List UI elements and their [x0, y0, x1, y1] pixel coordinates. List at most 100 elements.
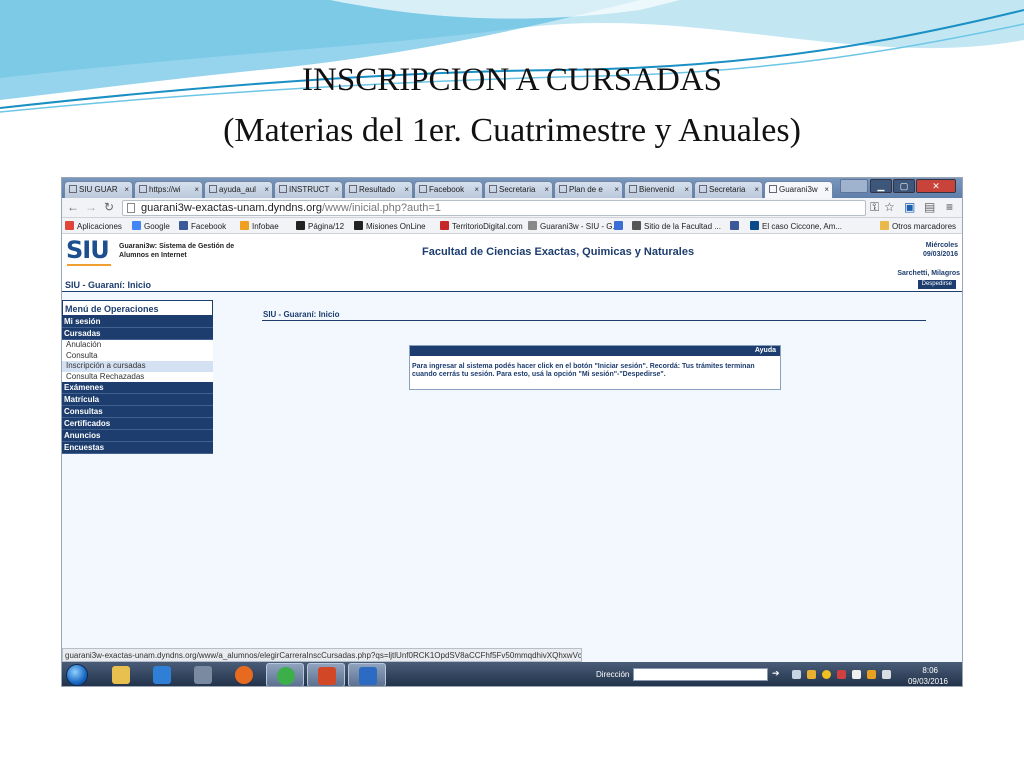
close-tab-icon[interactable]: × [124, 185, 129, 194]
browser-tab[interactable]: ayuda_aul × [204, 181, 273, 198]
menu-subitem[interactable]: Consulta Rechazadas [62, 371, 213, 382]
bookmark-label: Infobae [252, 222, 279, 231]
taskbar-app-button[interactable] [266, 663, 304, 686]
explorer-folder-icon [112, 666, 130, 684]
taskbar-app-button[interactable] [143, 663, 181, 686]
menu-category[interactable]: Certificados [62, 418, 213, 430]
bookmark-item[interactable]: TerritorioDigital.com [440, 221, 523, 231]
faculty-name: Facultad de Ciencias Exactas, Quimicas y… [422, 246, 695, 258]
address-bar[interactable]: guarani3w-exactas-unam.dyndns.org/www/in… [122, 200, 866, 216]
close-tab-icon[interactable]: × [544, 185, 549, 194]
bookmark-item[interactable]: Misiones OnLine [354, 221, 426, 231]
browser-tab[interactable]: SIU GUAR × [64, 181, 133, 198]
bookmark-item[interactable]: Aplicaciones [65, 221, 122, 231]
browser-tab[interactable]: Facebook × [414, 181, 483, 198]
menu-icon[interactable]: ≡ [946, 200, 953, 214]
minimize-button[interactable]: ▁ [870, 179, 892, 193]
page-icon [127, 203, 135, 213]
menu-category[interactable]: Anuncios [62, 430, 213, 442]
bookmark-item[interactable]: Otros marcadores [880, 221, 956, 231]
taskbar-app-button[interactable] [102, 663, 140, 686]
close-tab-icon[interactable]: × [614, 185, 619, 194]
menu-subitem[interactable]: Consulta [62, 350, 213, 361]
menu-subitem[interactable]: Anulación [62, 340, 213, 351]
taskbar-app-button[interactable] [348, 663, 386, 686]
forward-icon[interactable]: → [84, 200, 98, 214]
tray-network-icon[interactable] [792, 670, 801, 679]
tab-label: Bienvenid [639, 185, 675, 194]
close-tab-icon[interactable]: × [264, 185, 269, 194]
address-toolbar-label: Dirección [596, 670, 630, 679]
tray-update-icon[interactable] [822, 670, 831, 679]
tray-alert-icon[interactable] [837, 670, 846, 679]
url-host: guarani3w-exactas-unam.dyndns.org [141, 202, 322, 214]
content-panel: SIU - Guaraní: Inicio Ayuda Para ingresa… [225, 300, 962, 648]
browser-tab[interactable]: Secretaria × [694, 181, 763, 198]
menu-subitem[interactable]: Inscripción a cursadas [62, 361, 213, 372]
taskbar-app-button[interactable] [307, 663, 345, 686]
close-tab-icon[interactable]: × [754, 185, 759, 194]
tray-power-icon[interactable] [867, 670, 876, 679]
google-icon [132, 221, 141, 230]
go-arrow-icon[interactable]: ➔ [772, 668, 784, 681]
folder-icon [880, 221, 889, 230]
close-tab-icon[interactable]: × [334, 185, 339, 194]
star-icon[interactable]: ☆ [884, 200, 895, 214]
browser-tab[interactable]: Guarani3w × [764, 181, 833, 198]
menu-category[interactable]: Matrícula [62, 394, 213, 406]
new-tab-button[interactable] [840, 179, 868, 193]
browser-tab[interactable]: Resultado × [344, 181, 413, 198]
close-tab-icon[interactable]: × [404, 185, 409, 194]
close-tab-icon[interactable]: × [474, 185, 479, 194]
user-name: Sarchetti, Milagros [897, 270, 960, 277]
bookmark-label: El caso Ciccone, Am... [762, 222, 843, 231]
menu-category[interactable]: Mi sesión [62, 316, 213, 328]
tab-label: Guarani3w [779, 185, 818, 194]
browser-tab[interactable]: Plan de e × [554, 181, 623, 198]
browser-tab[interactable]: Bienvenid × [624, 181, 693, 198]
slide-subtitle: (Materias del 1er. Cuatrimestre y Anuale… [223, 112, 801, 149]
bookmark-item[interactable]: Guarani3w - SIU - G... [528, 221, 619, 231]
bookmark-item[interactable]: Sitio de la Facultad ... [632, 221, 721, 231]
menu-category[interactable]: Encuestas [62, 442, 213, 454]
close-tab-icon[interactable]: × [194, 185, 199, 194]
guarani-g-icon [359, 667, 377, 685]
bookmark-item[interactable]: Infobae [240, 221, 279, 231]
taskbar-app-button[interactable] [184, 663, 222, 686]
bookmark-item[interactable]: El caso Ciccone, Am... [750, 221, 842, 231]
browser-tab[interactable]: Secretaria × [484, 181, 553, 198]
bookmark-item[interactable]: Página/12 [296, 221, 344, 231]
taskbar-app-button[interactable] [225, 663, 263, 686]
tray-shield-icon[interactable] [807, 670, 816, 679]
firefox-icon [235, 666, 253, 684]
menu-category[interactable]: Consultas [62, 406, 213, 418]
browser-tab[interactable]: https://wi × [134, 181, 203, 198]
window-close-button[interactable]: ✕ [916, 179, 956, 193]
bookmark-item[interactable] [730, 221, 742, 231]
key-icon[interactable]: ⚿ [870, 200, 879, 215]
logout-button[interactable]: Despedirse [917, 280, 956, 289]
address-toolbar-input[interactable] [633, 668, 768, 681]
reload-icon[interactable]: ↻ [102, 200, 116, 214]
extension-icon[interactable]: ▣ [904, 200, 915, 214]
help-text: Para ingresar al sistema podés hacer cli… [412, 363, 755, 378]
back-icon[interactable]: ← [66, 200, 80, 214]
unam-icon [632, 221, 641, 230]
internet-explorer-icon [153, 666, 171, 684]
menu-category[interactable]: Exámenes [62, 382, 213, 394]
maximize-button[interactable]: ▢ [893, 179, 915, 193]
bookmark-item[interactable] [614, 221, 626, 231]
extension2-icon[interactable]: ▤ [924, 200, 935, 214]
tray-volume-icon[interactable] [882, 670, 891, 679]
bookmark-item[interactable]: Google [132, 221, 170, 231]
close-tab-icon[interactable]: × [824, 185, 829, 194]
menu-category[interactable]: Cursadas [62, 328, 213, 340]
bookmark-label: Aplicaciones [77, 222, 122, 231]
close-tab-icon[interactable]: × [684, 185, 689, 194]
facebook-icon [730, 221, 739, 230]
start-button-icon[interactable] [66, 664, 88, 686]
infobae-icon [240, 221, 249, 230]
bookmark-item[interactable]: Facebook [179, 221, 226, 231]
browser-tab[interactable]: INSTRUCT × [274, 181, 343, 198]
tray-flag-icon[interactable] [852, 670, 861, 679]
